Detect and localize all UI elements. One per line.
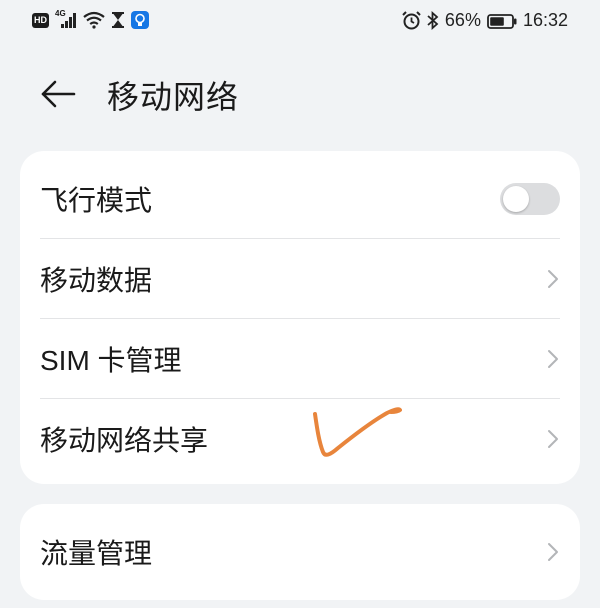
status-bar-right: 66% 16:32 — [402, 10, 568, 31]
chevron-right-icon — [548, 270, 558, 288]
chevron-right-icon — [548, 430, 558, 448]
row-label: 移动数据 — [40, 264, 153, 297]
battery-percent: 66% — [444, 10, 481, 30]
back-button[interactable] — [38, 74, 78, 114]
bluetooth-icon — [427, 11, 439, 30]
battery-icon — [487, 13, 517, 29]
row-mobile-data[interactable]: 移动数据 — [40, 239, 560, 319]
airplane-mode-toggle[interactable] — [500, 183, 560, 215]
settings-group-data-usage: 流量管理 — [20, 504, 580, 600]
row-label: SIM 卡管理 — [40, 345, 182, 376]
chevron-right-icon — [548, 543, 558, 561]
wifi-icon — [83, 11, 105, 29]
row-sim-management[interactable]: SIM 卡管理 — [40, 319, 560, 399]
signal-icon: 4G — [55, 9, 77, 29]
row-tethering[interactable]: 移动网络共享 — [40, 399, 560, 479]
row-label: 流量管理 — [40, 537, 153, 570]
row-data-management[interactable]: 流量管理 — [40, 512, 560, 592]
row-airplane-mode[interactable]: 飞行模式 — [40, 159, 560, 239]
bulb-icon — [131, 11, 149, 29]
alarm-icon — [402, 11, 421, 30]
row-label: 移动网络共享 — [40, 424, 209, 457]
hd-icon: HD — [32, 12, 49, 28]
toggle-knob — [503, 186, 529, 212]
network-type: 4G — [55, 9, 66, 18]
hourglass-icon — [112, 12, 124, 28]
page-title: 移动网络 — [107, 78, 240, 116]
settings-group-network: 飞行模式 移动数据 SIM 卡管理 移动网络共享 — [20, 151, 580, 484]
page-header: 移动网络 — [0, 60, 600, 126]
status-bar: HD 4G 66% 16:32 — [0, 0, 600, 44]
chevron-right-icon — [548, 350, 558, 368]
status-time: 16:32 — [522, 10, 568, 30]
row-label: 飞行模式 — [40, 184, 153, 217]
status-bar-left: HD 4G — [32, 9, 149, 29]
back-arrow-icon — [41, 80, 76, 108]
